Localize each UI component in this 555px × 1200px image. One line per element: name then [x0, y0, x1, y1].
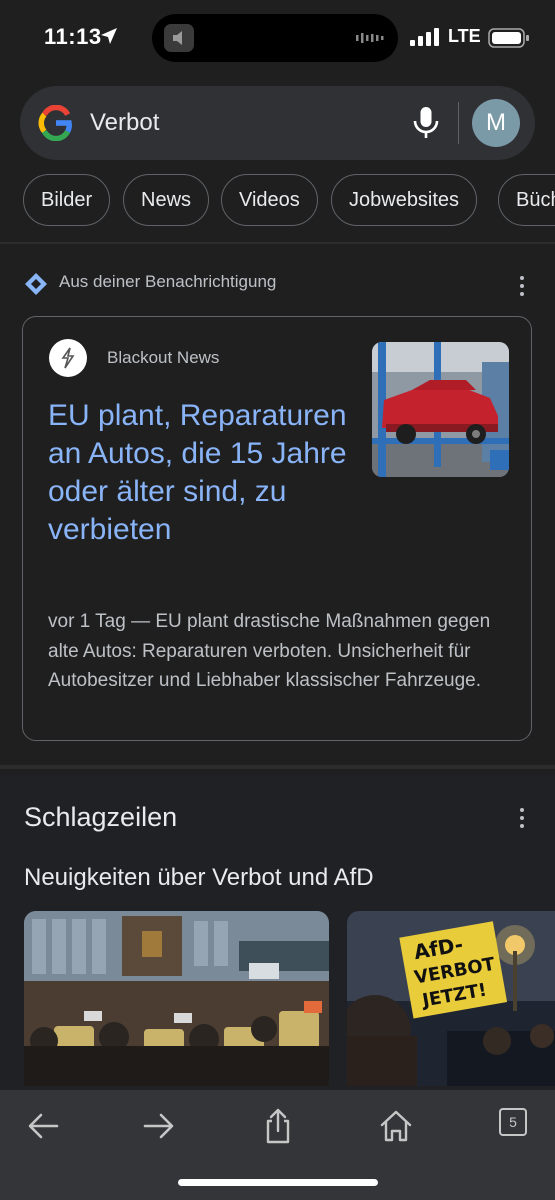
notification-header: Aus deiner Benachrichtigung	[24, 270, 534, 296]
section-subtitle: Neuigkeiten über Verbot und AfD	[24, 864, 374, 891]
more-options-icon[interactable]	[512, 274, 532, 298]
tab-count: 5	[499, 1108, 527, 1136]
signal-icon	[410, 28, 439, 46]
network-label: LTE	[448, 26, 481, 46]
dynamic-island	[152, 14, 398, 62]
divider	[458, 102, 459, 144]
search-bar[interactable]: Verbot M	[20, 86, 535, 160]
google-logo-icon	[38, 105, 72, 141]
speaker-icon	[164, 24, 194, 52]
clock: 11:13	[44, 24, 102, 49]
filter-chips: Bilder News Videos Jobwebsites Büch	[0, 174, 555, 228]
source-logo-icon	[49, 339, 87, 377]
article-thumbnail	[372, 342, 509, 477]
article-headline[interactable]: EU plant, Reparaturen an Autos, die 15 J…	[48, 397, 348, 549]
tabs-button[interactable]: 5	[499, 1108, 539, 1148]
audio-wave-icon	[356, 33, 384, 43]
chip-images[interactable]: Bilder	[23, 174, 111, 226]
news-image-parliament[interactable]	[24, 911, 329, 1086]
discover-diamond-icon	[25, 273, 47, 295]
status-bar: 11:13 LTE	[0, 0, 555, 76]
source-name: Blackout News	[107, 348, 220, 367]
back-arrow-icon[interactable]	[23, 1106, 63, 1146]
battery-icon	[488, 28, 529, 48]
location-arrow-icon	[101, 28, 117, 44]
home-icon[interactable]	[376, 1106, 416, 1146]
news-image-protest[interactable]: AfD- VERBOT JETZT!	[347, 911, 555, 1086]
forward-arrow-icon[interactable]	[139, 1106, 179, 1146]
home-indicator	[178, 1179, 378, 1186]
divider	[0, 242, 555, 244]
divider	[0, 765, 555, 769]
chip-news[interactable]: News	[123, 174, 210, 226]
chip-jobs[interactable]: Jobwebsites	[331, 174, 478, 226]
microphone-icon[interactable]	[412, 106, 440, 140]
account-avatar[interactable]: M	[472, 99, 520, 147]
chip-books[interactable]: Büch	[498, 174, 555, 226]
share-icon[interactable]	[258, 1106, 298, 1146]
section-title: Schlagzeilen	[24, 802, 178, 832]
chip-videos[interactable]: Videos	[221, 174, 318, 226]
notification-label: Aus deiner Benachrichtigung	[59, 272, 277, 291]
search-input[interactable]: Verbot	[90, 109, 159, 137]
article-card[interactable]: Blackout News EU plant, Reparaturen an A…	[22, 316, 532, 741]
more-options-icon[interactable]	[512, 806, 532, 830]
article-snippet: vor 1 Tag — EU plant drastische Maßnahme…	[48, 611, 491, 691]
